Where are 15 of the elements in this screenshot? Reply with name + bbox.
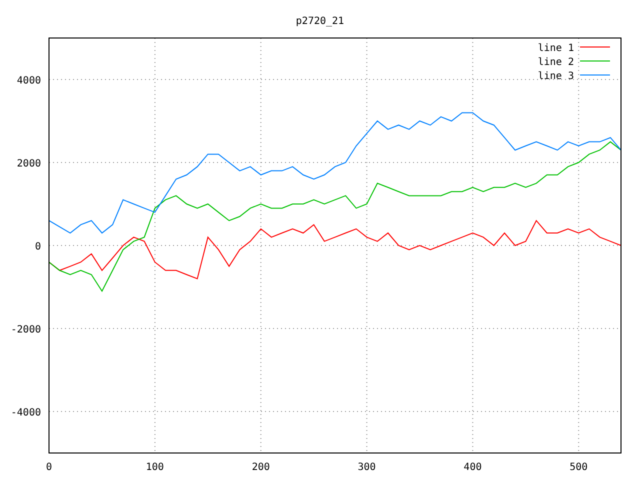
axis-tick-label: 0 [34,242,41,252]
axis-tick-label: 400 [464,462,482,473]
legend-label: line 2 [538,57,574,68]
axis-tick-label: 200 [252,462,270,473]
axis-tick-label: 100 [146,462,164,473]
axis-tick-label: 500 [570,462,588,473]
axis-tick-label: 2000 [16,158,41,170]
axis-tick-label: -4000 [10,408,41,418]
axis-tick-label: 4000 [16,76,41,86]
axis-tick-label: 0 [46,462,52,473]
legend-label: line 1 [538,43,574,54]
chart-title: p2720_21 [296,16,344,27]
legend-label: line 3 [538,71,574,82]
axis-tick-label: -2000 [10,324,41,336]
axis-tick-label: 300 [358,462,376,473]
